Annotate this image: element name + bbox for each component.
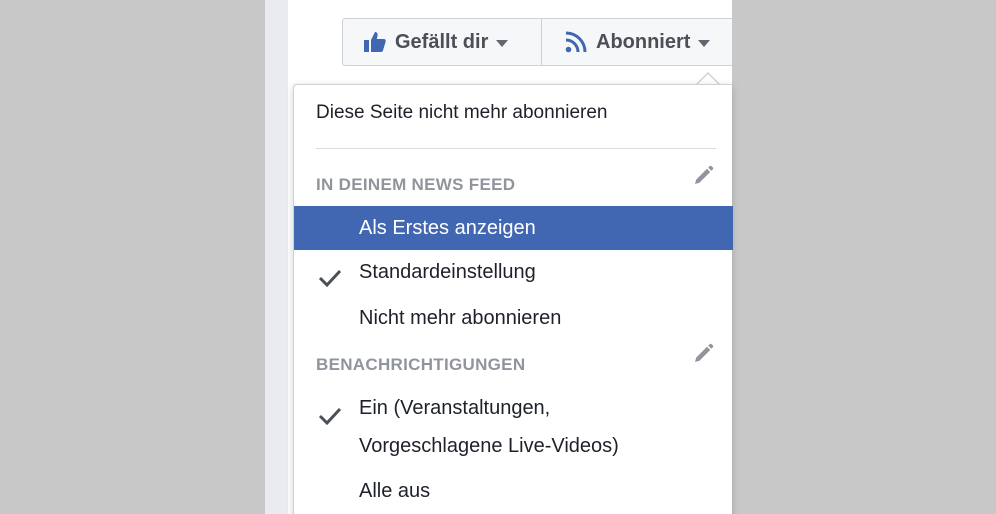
follow-settings-menu: Diese Seite nicht mehr abonnieren IN DEI… [293, 84, 733, 514]
thumbs-up-icon [363, 30, 387, 54]
notifications-heading: BENACHRICHTIGUNGEN [316, 355, 526, 374]
show-first-label: Als Erstes anzeigen [359, 217, 536, 239]
chevron-down-icon [698, 39, 711, 47]
checkmark-icon [318, 262, 342, 288]
following-button[interactable]: Abonniert [542, 18, 732, 66]
default-option[interactable]: Standardeinstellung [294, 252, 733, 292]
rss-icon [564, 30, 588, 54]
chevron-down-icon [496, 39, 509, 47]
news-feed-heading: IN DEINEM NEWS FEED [316, 175, 516, 194]
notifications-on-label-line1: Ein (Veranstaltungen, [359, 397, 551, 419]
notifications-on-label-line2: Vorgeschlagene Live-Videos) [359, 435, 619, 457]
page-action-bar: Gefällt dir Abonniert [342, 18, 732, 66]
unfollow-option-label: Nicht mehr abonnieren [359, 307, 562, 329]
default-option-label: Standardeinstellung [359, 261, 536, 283]
notifications-on-option[interactable]: Ein (Veranstaltungen, Vorgeschlagene Liv… [294, 389, 733, 469]
unfollow-page-item[interactable]: Diese Seite nicht mehr abonnieren [316, 102, 608, 124]
unfollow-option[interactable]: Nicht mehr abonnieren [294, 298, 733, 338]
screenshot-stage: Gefällt dir Abonniert Diese Seite nicht … [0, 0, 996, 514]
checkmark-icon [318, 401, 342, 426]
following-button-label: Abonniert [596, 30, 691, 53]
show-first-option[interactable]: Als Erstes anzeigen [294, 206, 733, 250]
pencil-icon[interactable] [692, 165, 714, 187]
notifications-off-label: Alle aus [359, 480, 431, 502]
like-button[interactable]: Gefällt dir [342, 18, 542, 66]
pencil-icon[interactable] [692, 343, 714, 365]
like-button-label: Gefällt dir [395, 30, 489, 53]
menu-divider [316, 148, 716, 149]
notifications-off-option[interactable]: Alle aus [294, 472, 733, 510]
